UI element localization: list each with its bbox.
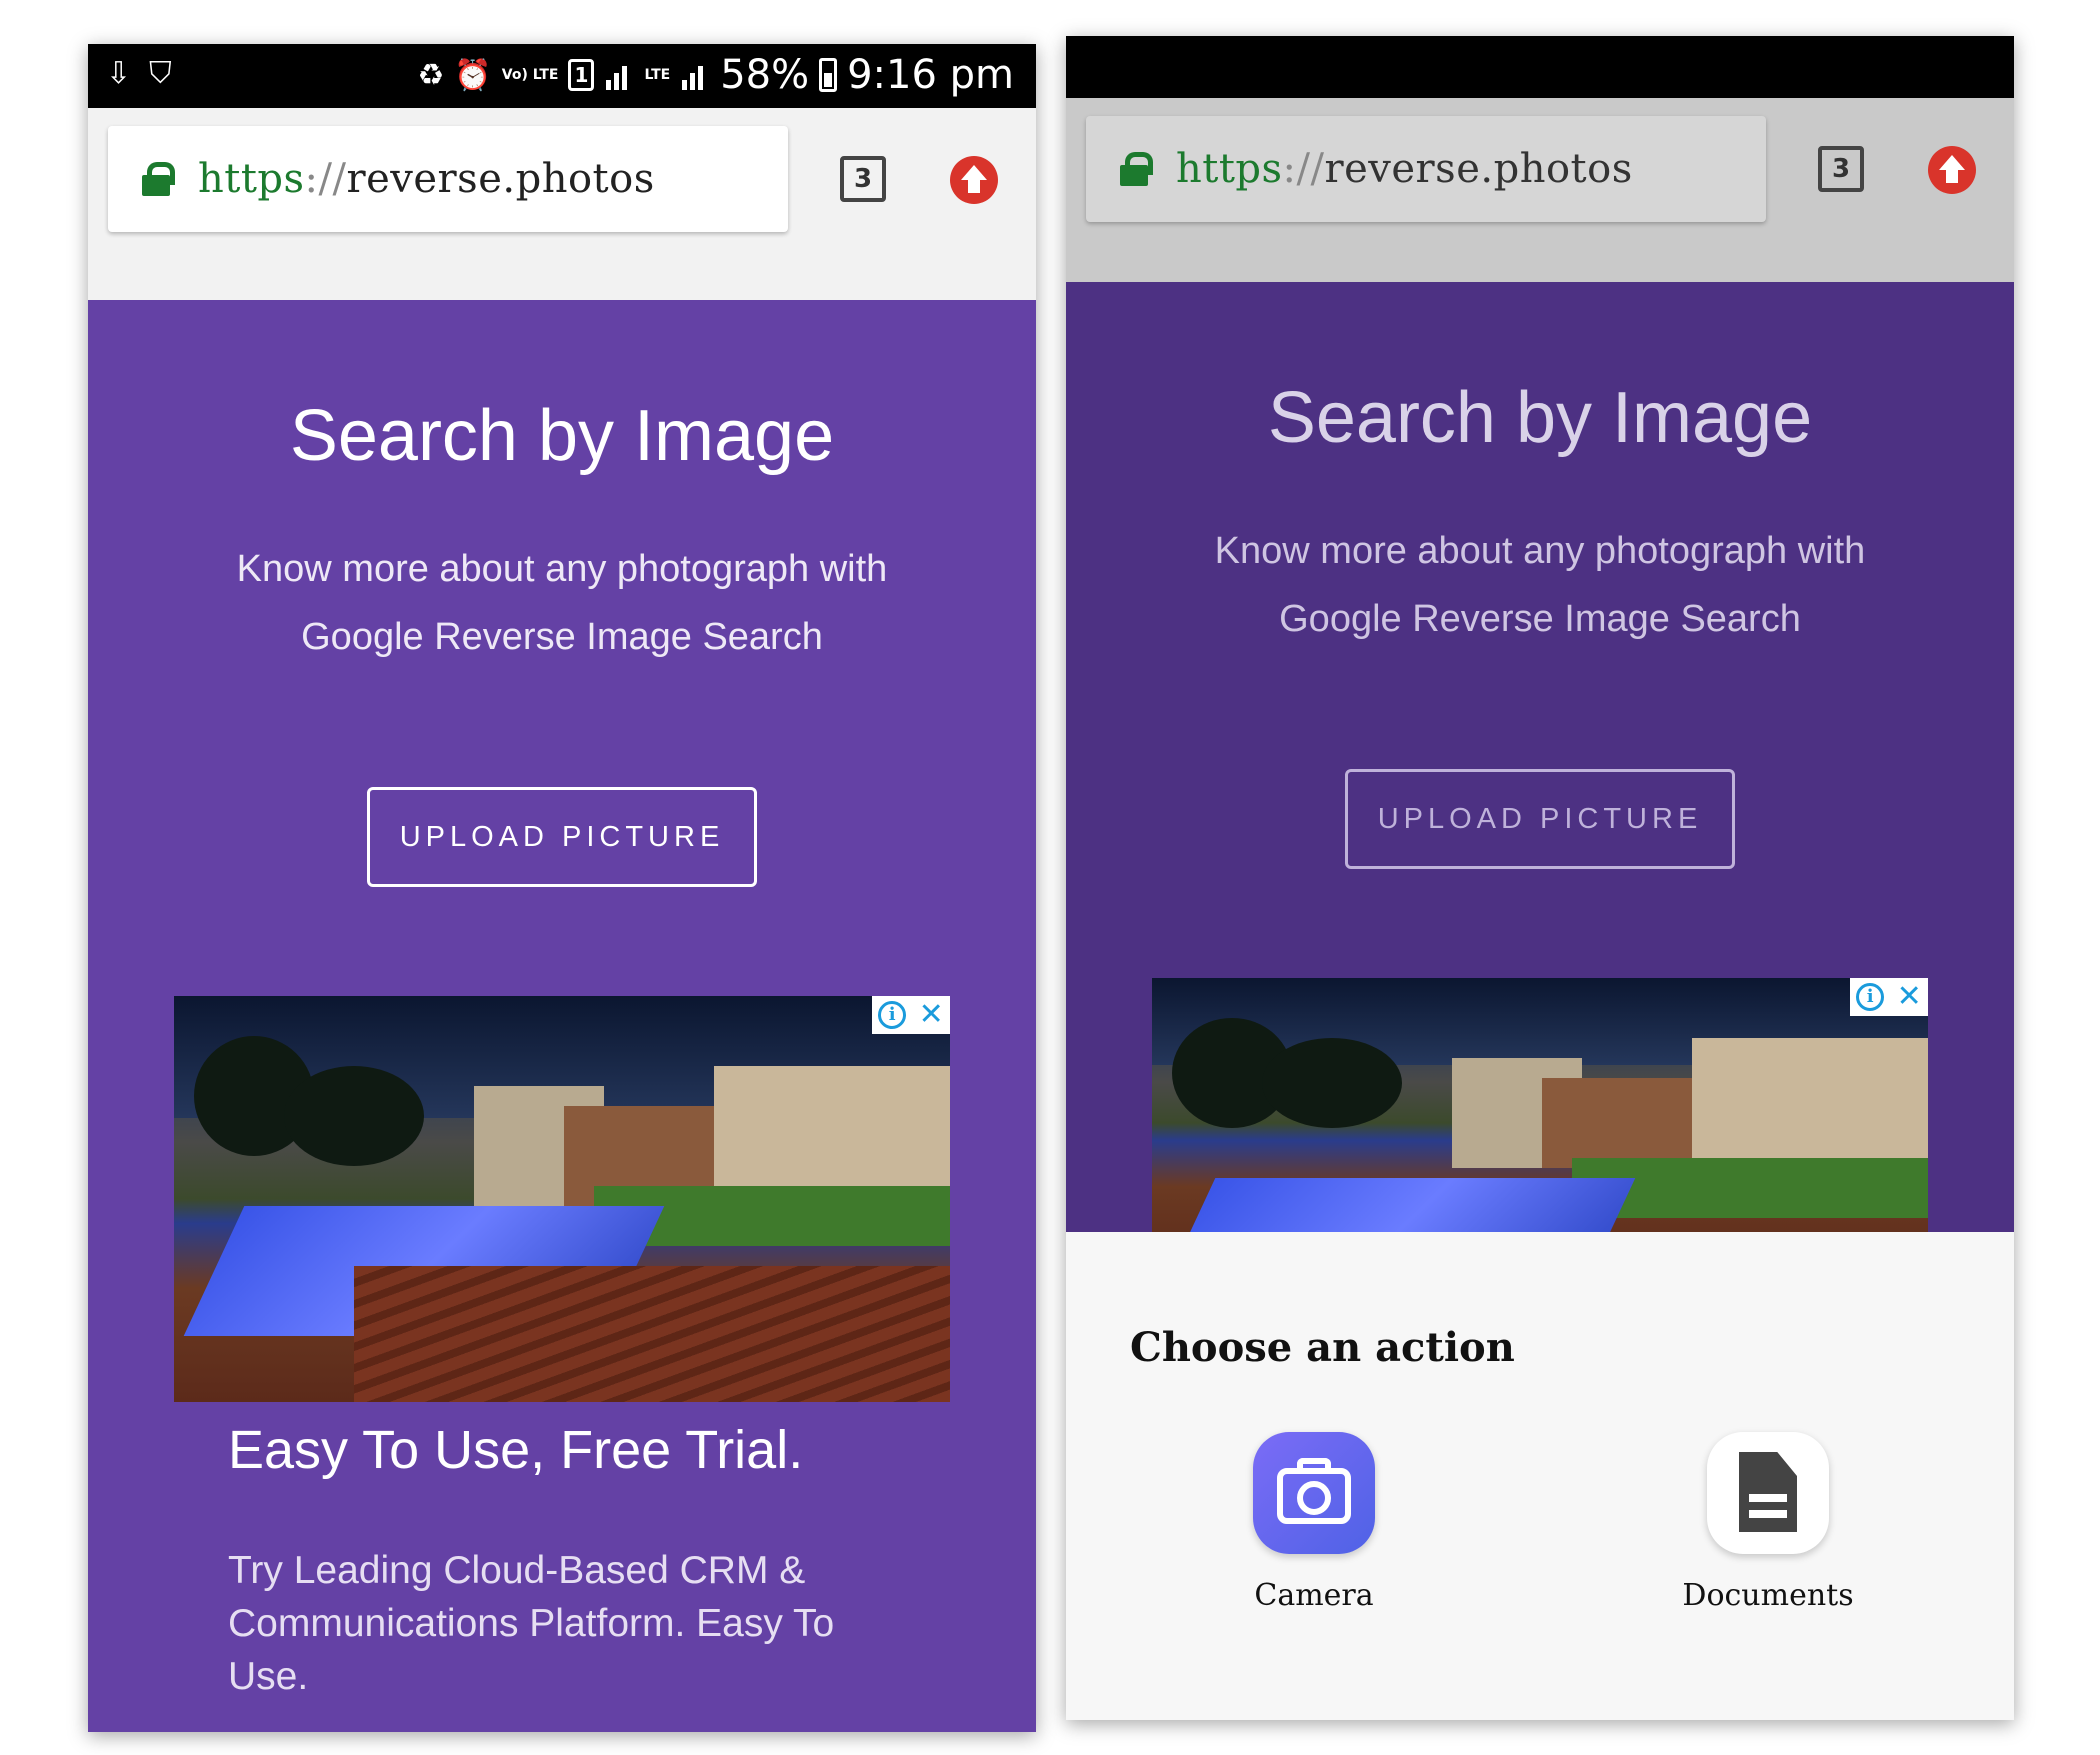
- address-bar[interactable]: https://reverse.photos: [108, 126, 788, 232]
- camera-icon[interactable]: [1253, 1432, 1375, 1554]
- address-bar[interactable]: https://reverse.photos: [1086, 116, 1766, 222]
- ad-image[interactable]: i ✕: [174, 996, 950, 1402]
- battery-saver-icon: ♻: [417, 57, 445, 93]
- info-icon[interactable]: i: [878, 1001, 907, 1029]
- page-subtitle: Know more about any photograph with Goog…: [236, 548, 888, 658]
- ad-image[interactable]: i ✕: [1152, 978, 1928, 1268]
- lock-icon: [142, 162, 175, 196]
- page-title: Search by Image: [1267, 378, 1813, 458]
- upload-picture-button[interactable]: UPLOAD PICTURE: [1345, 769, 1735, 869]
- status-bar: [1066, 36, 2014, 98]
- hero-section: Search by Image Know more about any phot…: [1066, 282, 2014, 1268]
- network-type: LTE: [644, 67, 671, 83]
- ad-badge: i ✕: [1850, 978, 1928, 1016]
- action-documents-label: Documents: [1682, 1578, 1854, 1613]
- alarm-icon: ⏰: [454, 57, 492, 93]
- phone-screen-left: ⇩ ⛉ ♻ ⏰ Vo) LTE 1 LTE 58% 9:16 pm https:…: [88, 44, 1036, 1732]
- signal-icon-2: [680, 60, 710, 90]
- hero-section: Search by Image Know more about any phot…: [88, 300, 1036, 1732]
- ad-body: Try Leading Cloud-Based CRM & Communicat…: [228, 1549, 835, 1698]
- phone-screen-right: https://reverse.photos 3 Search by Image…: [1066, 36, 2014, 1720]
- page-title: Search by Image: [289, 396, 835, 476]
- clock: 9:16 pm: [847, 52, 1014, 98]
- action-camera[interactable]: Camera: [1214, 1432, 1414, 1613]
- action-documents[interactable]: Documents: [1668, 1432, 1868, 1613]
- battery-percent: 58%: [720, 52, 810, 98]
- action-camera-label: Camera: [1254, 1578, 1374, 1613]
- upload-arrow-icon[interactable]: [950, 156, 998, 204]
- tab-switcher-button[interactable]: 3: [1818, 146, 1864, 192]
- shield-check-icon: ⛉: [149, 56, 172, 91]
- status-bar: ⇩ ⛉ ♻ ⏰ Vo) LTE 1 LTE 58% 9:16 pm: [88, 44, 1036, 108]
- download-icon: ⇩: [106, 56, 132, 91]
- battery-icon: [819, 58, 838, 92]
- action-sheet: Choose an action Camera Documents: [1066, 1232, 2014, 1720]
- close-icon[interactable]: ✕: [919, 1000, 944, 1030]
- ad-badge: i ✕: [872, 996, 950, 1034]
- url-text: https://reverse.photos: [1176, 146, 1633, 192]
- page-subtitle: Know more about any photograph with Goog…: [1214, 530, 1866, 640]
- close-icon[interactable]: ✕: [1897, 982, 1922, 1012]
- info-icon[interactable]: i: [1856, 983, 1885, 1011]
- lock-icon: [1120, 152, 1153, 186]
- upload-arrow-icon[interactable]: [1928, 146, 1976, 194]
- tab-switcher-button[interactable]: 3: [840, 156, 886, 202]
- ad-headline[interactable]: Easy To Use, Free Trial.: [228, 1419, 803, 1481]
- upload-picture-button[interactable]: UPLOAD PICTURE: [367, 787, 757, 887]
- sheet-title: Choose an action: [1130, 1324, 1515, 1371]
- signal-icon: [604, 60, 634, 90]
- volte-indicator: Vo) LTE: [501, 67, 559, 83]
- browser-toolbar: https://reverse.photos 3: [88, 108, 1036, 300]
- browser-toolbar: https://reverse.photos 3: [1066, 98, 2014, 282]
- document-icon[interactable]: [1707, 1432, 1829, 1554]
- url-text: https://reverse.photos: [198, 156, 655, 202]
- sim-indicator: 1: [568, 59, 595, 91]
